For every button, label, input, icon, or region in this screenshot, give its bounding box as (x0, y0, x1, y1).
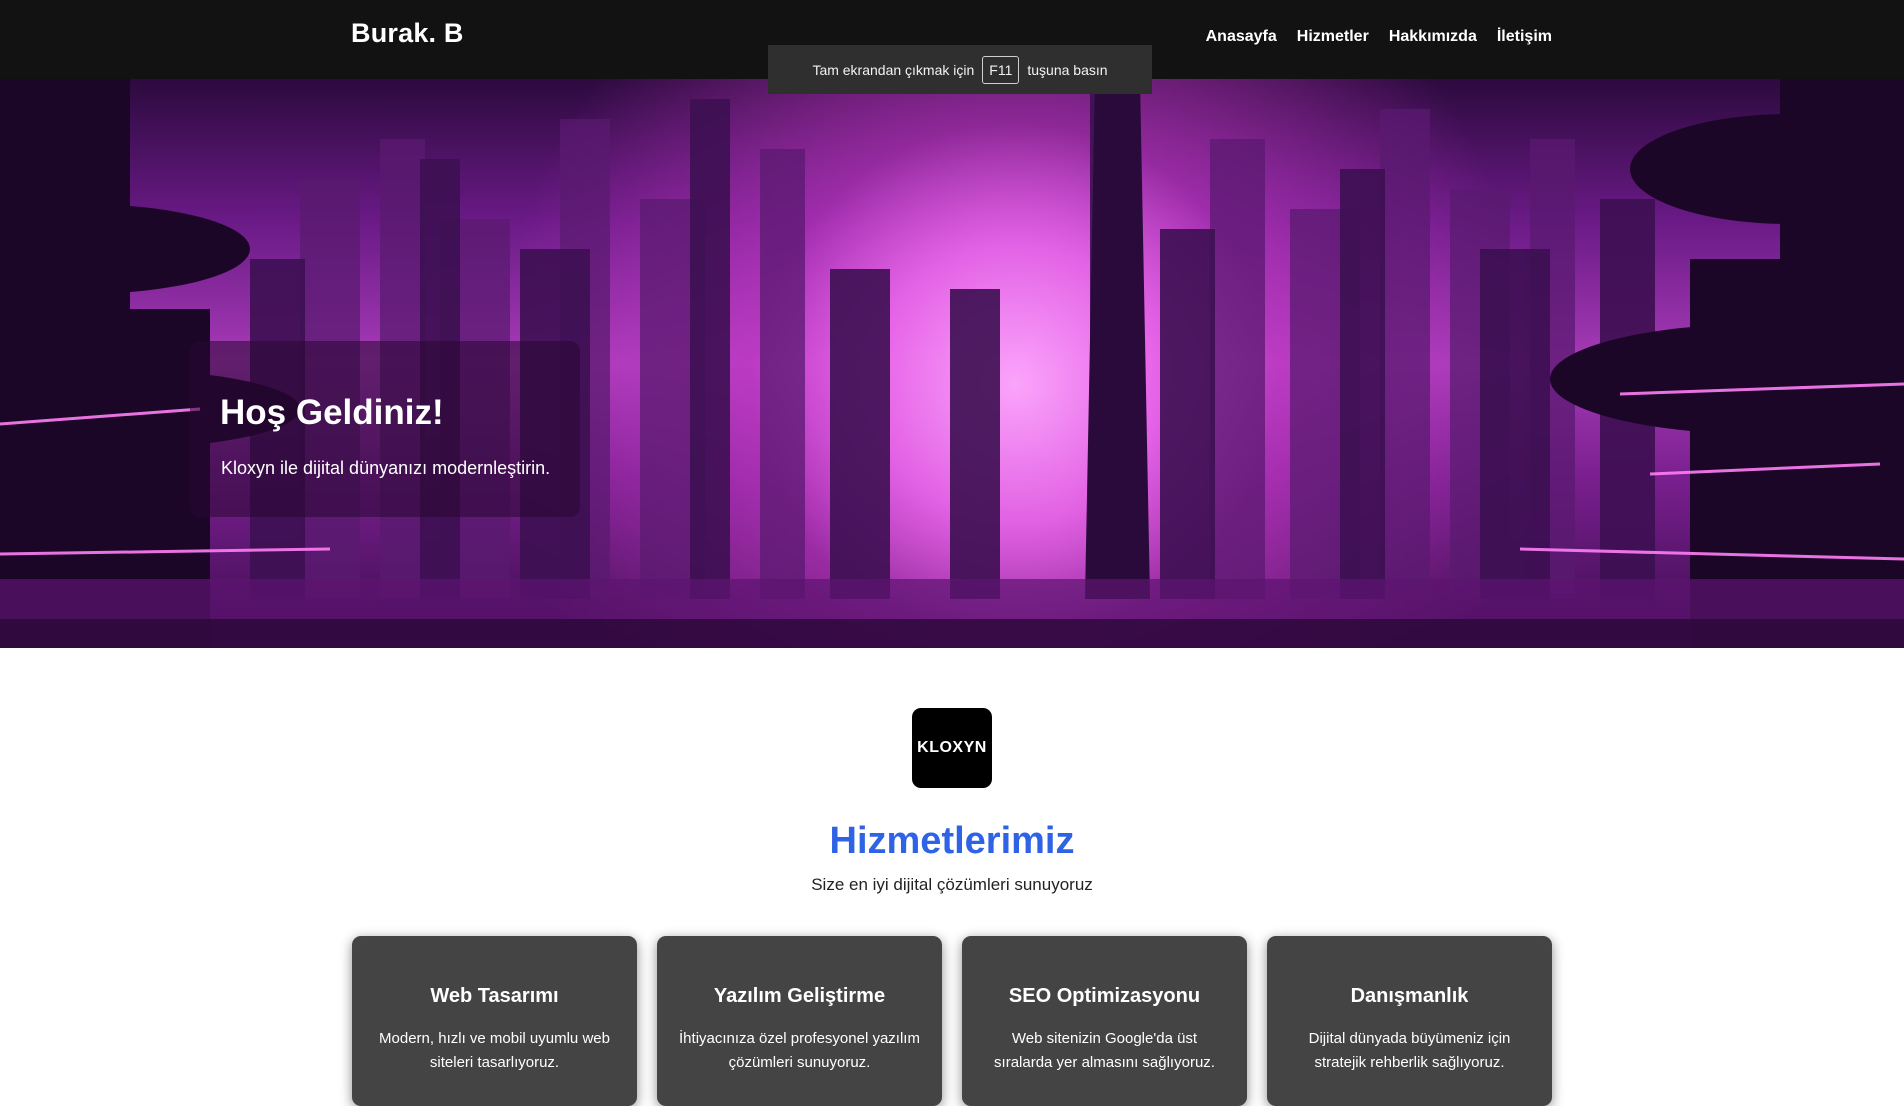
service-card-text: Modern, hızlı ve mobil uyumlu web sitele… (379, 1030, 610, 1071)
fullscreen-exit-notice: Tam ekrandan çıkmak için F11 tuşuna bası… (768, 45, 1152, 94)
main-nav: Anasayfa Hizmetler Hakkımızda İletişim (1206, 28, 1552, 46)
fullscreen-notice-before: Tam ekrandan çıkmak için (812, 61, 975, 78)
service-card-text: Web sitenizin Google'da üst sıralarda ye… (994, 1030, 1215, 1071)
service-card-seo[interactable]: SEO Optimizasyonu Web sitenizin Google'd… (962, 936, 1247, 1106)
nav-link-home[interactable]: Anasayfa (1206, 28, 1277, 46)
services-card-row: Web Tasarımı Modern, hızlı ve mobil uyum… (352, 936, 1552, 1106)
hero-section: Hoş Geldiniz! Kloxyn ile dijital dünyanı… (0, 79, 1904, 648)
service-card-title: Danışmanlık (1350, 985, 1469, 1007)
kloxyn-logo-text: KLOXYN (917, 739, 987, 756)
service-card-title: Yazılım Geliştirme (713, 985, 886, 1007)
kloxyn-logo: KLOXYN (912, 708, 992, 788)
fullscreen-notice-after: tuşuna basın (1027, 61, 1108, 78)
nav-link-contact[interactable]: İletişim (1497, 28, 1552, 46)
hero-title: Hoş Geldiniz! (220, 393, 444, 432)
service-card-web-design[interactable]: Web Tasarımı Modern, hızlı ve mobil uyum… (352, 936, 637, 1106)
service-card-title: Web Tasarımı (430, 985, 559, 1007)
services-subtitle: Size en iyi dijital çözümleri sunuyoruz (811, 875, 1093, 894)
service-card-software-development[interactable]: Yazılım Geliştirme İhtiyacınıza özel pro… (657, 936, 942, 1106)
brand-logo-text[interactable]: Burak. B (351, 18, 464, 49)
service-card-text: Dijital dünyada büyümeniz için stratejik… (1308, 1030, 1511, 1071)
service-card-text: İhtiyacınıza özel profesyonel yazılım çö… (679, 1030, 920, 1071)
nav-link-services[interactable]: Hizmetler (1297, 28, 1369, 46)
service-card-title: SEO Optimizasyonu (1008, 985, 1201, 1007)
hero-subtitle: Kloxyn ile dijital dünyanızı modernleşti… (221, 458, 551, 478)
services-title: Hizmetlerimiz (829, 820, 1075, 862)
hero-welcome-card: Hoş Geldiniz! Kloxyn ile dijital dünyanı… (190, 341, 580, 517)
f11-key: F11 (982, 55, 1020, 84)
nav-link-about[interactable]: Hakkımızda (1389, 28, 1477, 46)
service-card-consulting[interactable]: Danışmanlık Dijital dünyada büyümeniz iç… (1267, 936, 1552, 1106)
